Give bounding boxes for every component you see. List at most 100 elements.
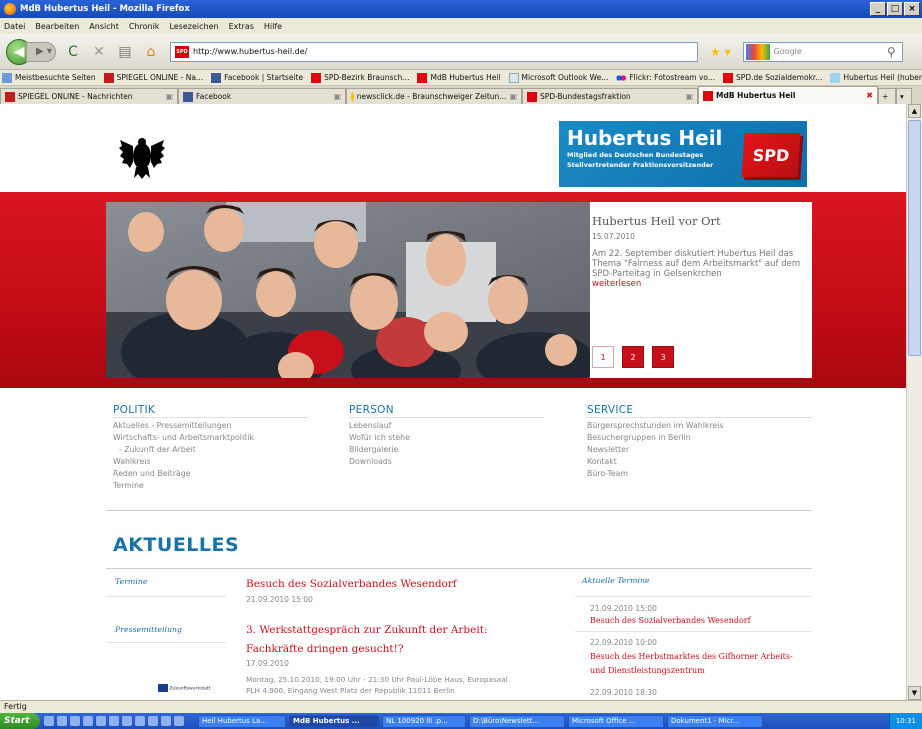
section-heading-aktuelles: AKTUELLES — [113, 534, 240, 556]
tab-close-icon[interactable]: ▣ — [509, 92, 517, 101]
pager-page-1[interactable]: 1 — [592, 346, 614, 368]
nav-link[interactable]: Besuchergruppen in Berlin — [587, 432, 812, 444]
taskbar-item[interactable]: NL 100920 lli .p... — [382, 714, 466, 728]
menu-extras[interactable]: Extras — [229, 22, 254, 31]
nav-link[interactable]: Termine — [113, 480, 308, 492]
taskbar-item[interactable]: Microsoft Office ... — [568, 714, 664, 728]
pager-page-2[interactable]: 2 — [622, 346, 644, 368]
article-title-line-2[interactable]: Fachkräfte dringen gesucht!? — [246, 641, 403, 658]
termin-date: 22.09.2010 10:00 — [590, 638, 657, 647]
taskbar-item[interactable]: Dokument1 - Micr... — [667, 714, 763, 728]
menu-bearbeiten[interactable]: Bearbeiten — [35, 22, 79, 31]
maximize-button[interactable]: □ — [887, 2, 903, 16]
quicklaunch-icon[interactable] — [148, 716, 158, 726]
article-title[interactable]: 3. Werkstattgespräch zur Zukunft der Arb… — [246, 622, 488, 639]
nav-link[interactable]: Kontakt — [587, 456, 812, 468]
nav-link[interactable]: Büro-Team — [587, 468, 812, 480]
nav-heading-politik[interactable]: POLITIK — [113, 404, 308, 418]
taskbar-item-active[interactable]: MdB Hubertus ... — [289, 714, 379, 728]
bookmark-item[interactable]: MdB Hubertus Heil — [417, 72, 501, 83]
termin-title[interactable]: Besuch des Sozialverbandes Wesendorf — [590, 614, 810, 628]
quicklaunch-icon[interactable] — [57, 716, 67, 726]
reload-icon[interactable]: C — [64, 43, 82, 61]
taskbar-item[interactable]: D:\Büro\Newslett... — [469, 714, 565, 728]
tab-spiegel[interactable]: SPIEGEL ONLINE - Nachrichten ▣ — [0, 88, 178, 104]
quicklaunch-icon[interactable] — [70, 716, 80, 726]
feature-photo[interactable] — [106, 202, 590, 378]
bookmark-item[interactable]: Microsoft Outlook We... — [508, 72, 608, 83]
new-tab-button[interactable]: + — [878, 88, 896, 104]
quicklaunch-icon[interactable] — [44, 716, 54, 726]
tab-mdb-hubertus-heil[interactable]: MdB Hubertus Heil ✖ — [698, 86, 878, 104]
article-thumbnail[interactable]: Zukunftswerkstatt — [158, 684, 230, 700]
nav-link[interactable]: Wofür ich stehe — [349, 432, 544, 444]
nav-link[interactable]: Lebenslauf — [349, 420, 544, 432]
termin-title[interactable]: Besuch des Herbstmarktes des Gifhorner A… — [590, 650, 810, 678]
forward-button[interactable]: ▶ ▾ — [26, 41, 56, 62]
tab-close-icon[interactable]: ▣ — [685, 92, 693, 101]
print-icon[interactable]: ▤ — [116, 43, 134, 61]
url-bar[interactable]: SPD http://www.hubertus-heil.de/ — [170, 41, 698, 62]
search-input[interactable]: Google ⚲ — [742, 41, 903, 62]
nav-link[interactable]: Bürgersprechstunden im Wahlkreis — [587, 420, 812, 432]
read-more-link[interactable]: weiterlesen — [590, 279, 802, 289]
scroll-up-icon[interactable]: ▲ — [908, 104, 921, 118]
spd-icon — [703, 90, 713, 101]
tab-list-button[interactable]: ▾ — [896, 88, 912, 104]
nav-link[interactable]: Bildergalerie — [349, 444, 544, 456]
menu-lesezeichen[interactable]: Lesezeichen — [169, 22, 218, 31]
quicklaunch-icon[interactable] — [135, 716, 145, 726]
menu-chronik[interactable]: Chronik — [129, 22, 160, 31]
bookmark-item[interactable]: Hubertus Heil (hubert... — [830, 72, 922, 83]
nav-link[interactable]: Wahlkreis — [113, 456, 308, 468]
nav-link[interactable]: Newsletter — [587, 444, 812, 456]
scroll-thumb[interactable] — [908, 120, 921, 356]
bookmark-item[interactable]: Meistbesuchte Seiten — [2, 72, 96, 83]
article-title[interactable]: Besuch des Sozialverbandes Wesendorf — [246, 576, 457, 593]
pager-page-3[interactable]: 3 — [652, 346, 674, 368]
quicklaunch-icon[interactable] — [96, 716, 106, 726]
nav-link[interactable]: Reden und Beiträge — [113, 468, 308, 480]
stop-icon[interactable]: ✕ — [90, 43, 108, 61]
tab-close-icon[interactable]: ✖ — [866, 91, 873, 100]
quicklaunch-icon[interactable] — [83, 716, 93, 726]
bookmark-star-icon[interactable]: ★ ▾ — [710, 45, 731, 59]
bookmark-item[interactable]: SPIEGEL ONLINE - Na... — [103, 72, 203, 83]
bookmark-item[interactable]: SPD.de Sozialdemokr... — [723, 72, 822, 83]
hubertus-heil-logo[interactable]: Hubertus Heil Mitglied des Deutschen Bun… — [559, 121, 807, 187]
menu-datei[interactable]: Datei — [4, 22, 25, 31]
tab-close-icon[interactable]: ▣ — [165, 92, 173, 101]
tab-facebook[interactable]: Facebook ▣ — [178, 88, 346, 104]
spd-icon — [311, 72, 322, 83]
tab-newsclick[interactable]: newsclick.de - Braunschweiger Zeitun... ▣ — [346, 88, 522, 104]
nav-link[interactable]: Wirtschafts- und Arbeitsmarktpolitik — [113, 432, 308, 444]
close-button[interactable]: × — [904, 2, 920, 16]
menu-hilfe[interactable]: Hilfe — [264, 22, 282, 31]
page-scrollbar[interactable]: ▲ ▼ — [906, 104, 922, 700]
menu-ansicht[interactable]: Ansicht — [89, 22, 119, 31]
nav-heading-service[interactable]: SERVICE — [587, 404, 812, 418]
bookmark-item[interactable]: Facebook | Startseite — [211, 72, 303, 83]
bookmark-item[interactable]: Flickr: Fotostream vo... — [616, 72, 715, 83]
home-icon[interactable]: ⌂ — [142, 43, 160, 61]
tab-spd-fraktion[interactable]: SPD-Bundestagsfraktion ▣ — [522, 88, 698, 104]
feature-title[interactable]: Hubertus Heil vor Ort — [590, 214, 802, 228]
bookmark-item[interactable]: SPD-Bezirk Braunsch... — [311, 72, 409, 83]
nav-link[interactable]: Downloads — [349, 456, 544, 468]
start-button[interactable]: Start — [0, 713, 40, 729]
nav-link[interactable]: - Zukunft der Arbeit — [113, 444, 308, 456]
article-text-line-2: PLH 4.900, Eingang West Platz der Republ… — [246, 686, 455, 695]
article-date: 17.09.2010 — [246, 659, 289, 668]
scroll-down-icon[interactable]: ▼ — [908, 686, 921, 700]
quicklaunch-icon[interactable] — [109, 716, 119, 726]
quicklaunch-icon[interactable] — [161, 716, 171, 726]
minimize-button[interactable]: _ — [870, 2, 886, 16]
quicklaunch-icon[interactable] — [174, 716, 184, 726]
tab-close-icon[interactable]: ▣ — [333, 92, 341, 101]
search-icon[interactable]: ⚲ — [887, 45, 896, 59]
nav-heading-person[interactable]: PERSON — [349, 404, 544, 418]
quicklaunch-icon[interactable] — [122, 716, 132, 726]
taskbar-item[interactable]: Heil Hubertus La... — [198, 714, 286, 728]
tray-clock[interactable]: 10:31 — [896, 717, 916, 725]
nav-link[interactable]: Aktuelles - Pressemitteilungen — [113, 420, 308, 432]
